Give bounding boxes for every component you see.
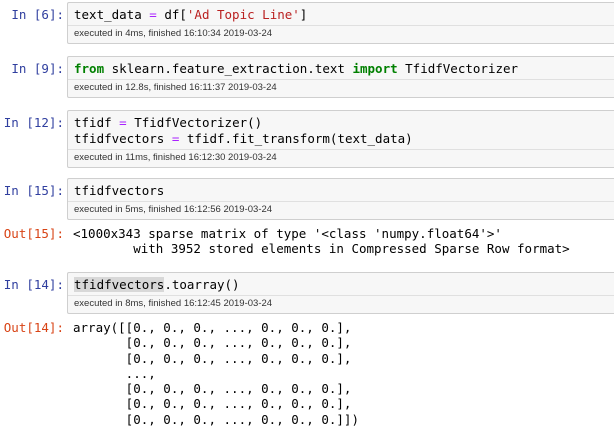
input-prompt: In [6]:: [11, 7, 64, 22]
code-token: tfidfvectors: [74, 183, 165, 198]
code-token: =: [171, 131, 180, 146]
cell-input-area[interactable]: from sklearn.feature_extraction.text imp…: [67, 56, 614, 98]
code-editor[interactable]: tfidfvectors: [68, 179, 614, 201]
code-editor[interactable]: from sklearn.feature_extraction.text imp…: [68, 57, 614, 79]
output-line: with 3952 stored elements in Compressed …: [73, 241, 570, 257]
code-token: tfidf.fit_transform(text_data): [186, 131, 413, 146]
code-cell-6[interactable]: In [6]: text_data = df['Ad Topic Line'] …: [0, 0, 614, 46]
output-line: <1000x343 sparse matrix of type '<class …: [73, 226, 502, 241]
code-token: TfidfVectorizer(): [134, 115, 263, 130]
code-keyword: import: [352, 61, 398, 76]
cell-input-area[interactable]: tfidfvectors.toarray() executed in 8ms, …: [67, 272, 614, 314]
output-line: array([[0., 0., 0., ..., 0., 0., 0.],: [73, 320, 352, 335]
code-cell-14[interactable]: In [14]: tfidfvectors.toarray() executed…: [0, 270, 614, 436]
code-token: .toarray(): [164, 277, 240, 292]
execution-time: executed in 11ms, finished 16:12:30 2019…: [68, 149, 614, 167]
output-prompt: Out[15]:: [3, 226, 64, 241]
output-line: [0., 0., 0., ..., 0., 0., 0.],: [73, 350, 352, 366]
code-token: tfidfvectors: [74, 131, 165, 146]
code-token: ]: [299, 7, 308, 22]
cell-input-area[interactable]: text_data = df['Ad Topic Line'] executed…: [67, 2, 614, 44]
selected-text: tfidfvectors: [74, 277, 165, 292]
code-token: text_data: [74, 7, 142, 22]
output-line: [0., 0., 0., ..., 0., 0., 0.],: [73, 335, 352, 351]
output-line: [0., 0., 0., ..., 0., 0., 0.]]): [73, 411, 359, 427]
code-string: 'Ad Topic Line': [186, 7, 300, 22]
code-cell-12[interactable]: In [12]: tfidf = TfidfVectorizer() tfidf…: [0, 108, 614, 170]
code-token: =: [119, 115, 127, 130]
code-editor[interactable]: text_data = df['Ad Topic Line']: [68, 3, 614, 25]
code-cell-15[interactable]: In [15]: tfidfvectors executed in 5ms, f…: [0, 176, 614, 260]
cell-output: <1000x343 sparse matrix of type '<class …: [73, 226, 613, 257]
output-line: [0., 0., 0., ..., 0., 0., 0.],: [73, 396, 352, 412]
cell-input-area[interactable]: tfidfvectors executed in 5ms, finished 1…: [67, 178, 614, 220]
code-token: TfidfVectorizer: [405, 61, 519, 76]
input-prompt: In [14]:: [3, 277, 64, 292]
execution-time: executed in 12.8s, finished 16:11:37 201…: [68, 79, 614, 97]
input-prompt: In [9]:: [11, 61, 64, 76]
code-editor[interactable]: tfidfvectors.toarray(): [68, 273, 614, 295]
cell-input-area[interactable]: tfidf = TfidfVectorizer() tfidfvectors =…: [67, 110, 614, 168]
execution-time: executed in 8ms, finished 16:12:45 2019-…: [68, 295, 614, 313]
code-editor[interactable]: tfidf = TfidfVectorizer() tfidfvectors =…: [68, 111, 614, 149]
execution-time: executed in 5ms, finished 16:12:56 2019-…: [68, 201, 614, 219]
code-token: =: [149, 7, 157, 22]
execution-time: executed in 4ms, finished 16:10:34 2019-…: [68, 25, 614, 43]
code-token: sklearn.feature_extraction.text: [111, 61, 345, 76]
code-cell-9[interactable]: In [9]: from sklearn.feature_extraction.…: [0, 54, 614, 100]
code-keyword: from: [74, 61, 105, 76]
cell-output: array([[0., 0., 0., ..., 0., 0., 0.], [0…: [73, 320, 613, 427]
output-line: ...,: [73, 365, 156, 381]
code-token: df[: [164, 7, 187, 22]
input-prompt: In [12]:: [3, 115, 64, 130]
code-token: tfidf: [74, 115, 112, 130]
output-prompt: Out[14]:: [3, 320, 64, 335]
notebook: In [6]: text_data = df['Ad Topic Line'] …: [0, 0, 614, 436]
output-line: [0., 0., 0., ..., 0., 0., 0.],: [73, 381, 352, 397]
input-prompt: In [15]:: [3, 183, 64, 198]
